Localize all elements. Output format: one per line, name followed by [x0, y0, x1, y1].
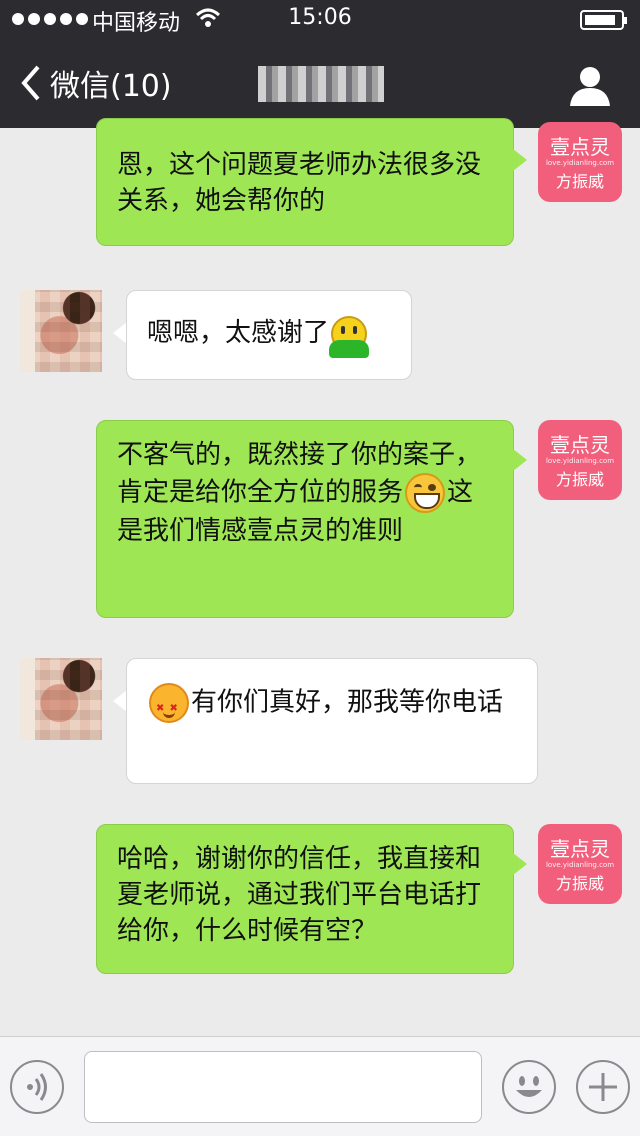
- back-label: 微信(10): [50, 69, 172, 104]
- brand-url: love.yidianling.com: [545, 861, 615, 869]
- message-text: 哈哈，谢谢你的信任，我直接和夏老师说，通过我们平台电话打给你，什么时候有空？: [117, 844, 482, 946]
- nav-bar: 微信(10): [0, 40, 640, 128]
- chevron-left-icon: [21, 65, 40, 101]
- more-button[interactable]: [576, 1060, 630, 1114]
- message-bubble-incoming[interactable]: 嗯嗯，太感谢了: [126, 290, 412, 380]
- love-emoji-icon: [149, 683, 189, 727]
- brand-person: 方振威: [555, 874, 604, 893]
- clock: 15:06: [288, 5, 352, 30]
- message-bubble-incoming[interactable]: 有你们真好，那我等你电话: [126, 658, 538, 784]
- brand-name: 壹点灵: [550, 837, 610, 861]
- contact-avatar[interactable]: [20, 658, 102, 740]
- profile-icon[interactable]: [568, 64, 612, 108]
- brand-avatar[interactable]: 壹点灵 love.yidianling.com 方振威: [538, 824, 622, 904]
- emoji-button[interactable]: [502, 1060, 556, 1114]
- brand-name: 壹点灵: [550, 135, 610, 159]
- battery-icon: [580, 10, 627, 30]
- voice-icon: [27, 1073, 47, 1101]
- top-bar: 中国移动 15:06 微信(10): [0, 0, 640, 128]
- status-bar: 中国移动 15:06: [0, 0, 640, 40]
- green-person-emoji-icon: [329, 315, 370, 358]
- brand-url: love.yidianling.com: [545, 457, 615, 465]
- voice-button[interactable]: [10, 1060, 64, 1114]
- emoji-icon: [516, 1076, 542, 1097]
- message-text: 有你们真好，那我等你电话: [191, 687, 504, 718]
- brand-person: 方振威: [555, 470, 604, 489]
- message-bubble-outgoing[interactable]: 哈哈，谢谢你的信任，我直接和夏老师说，通过我们平台电话打给你，什么时候有空？: [96, 824, 514, 974]
- brand-url: love.yidianling.com: [545, 159, 615, 167]
- chat-title-pixelated: [258, 66, 384, 102]
- contact-avatar[interactable]: [20, 290, 102, 372]
- brand-name: 壹点灵: [550, 433, 610, 457]
- message-bubble-outgoing[interactable]: 恩，这个问题夏老师办法很多没关系，她会帮你的: [96, 118, 514, 246]
- brand-avatar[interactable]: 壹点灵 love.yidianling.com 方振威: [538, 420, 622, 500]
- message-bubble-outgoing[interactable]: 不客气的，既然接了你的案子，肯定是给你全方位的服务 这是我们情感壹点灵的准则: [96, 420, 514, 618]
- back-button[interactable]: 微信(10): [18, 60, 172, 106]
- brand-person: 方振威: [555, 172, 604, 191]
- message-text: 嗯嗯，太感谢了: [147, 318, 330, 348]
- brand-avatar[interactable]: 壹点灵 love.yidianling.com 方振威: [538, 122, 622, 202]
- grin-emoji-icon: [405, 473, 446, 513]
- message-input[interactable]: [84, 1051, 482, 1123]
- input-bar: [0, 1036, 640, 1136]
- message-text: 恩，这个问题夏老师办法很多没关系，她会帮你的: [117, 150, 482, 216]
- plus-icon: [589, 1073, 617, 1101]
